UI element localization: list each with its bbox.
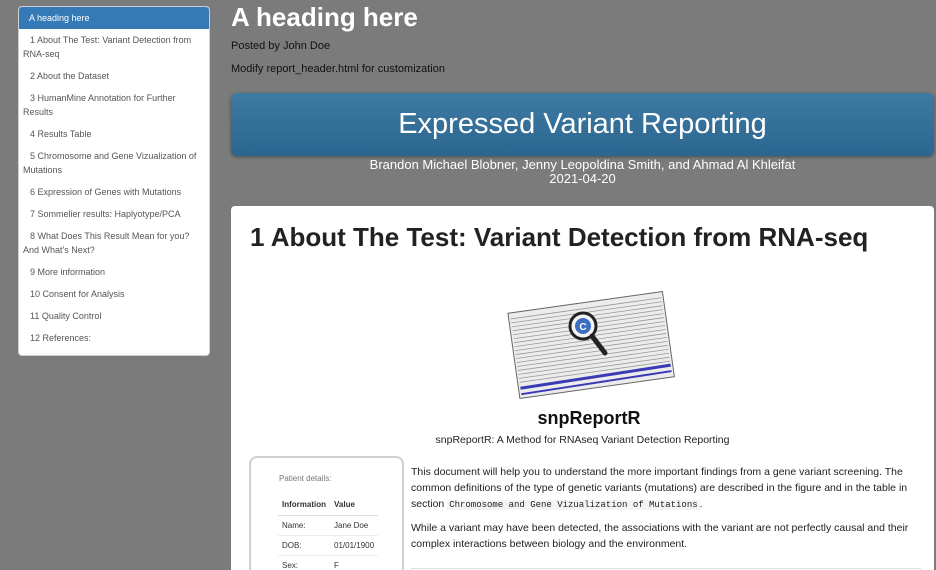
- toc-item-10[interactable]: 10 Consent for Analysis: [19, 283, 209, 305]
- toc-item-11[interactable]: 11 Quality Control: [19, 305, 209, 327]
- toc-item-label: 9 More information: [30, 267, 106, 277]
- authors: Brandon Michael Blobner, Jenny Leopoldin…: [369, 157, 796, 172]
- page-heading: A heading here: [231, 2, 418, 32]
- toc-item-2[interactable]: 2 About the Dataset: [19, 65, 209, 87]
- cell-label: DOB:: [278, 535, 330, 556]
- logo-badge: C: [579, 322, 586, 333]
- toc-item-label: 7 Sommelier results: Haplyotype/PCA: [30, 209, 181, 219]
- section-reference[interactable]: Chromosome and Gene Vizualization of Mut…: [447, 500, 700, 510]
- intro-text: This document will help you to understan…: [411, 464, 921, 559]
- toc-item-label: 8 What Does This Result Mean for you? An…: [23, 231, 190, 255]
- table-row: Name: Jane Doe: [278, 515, 379, 536]
- cell-value: 01/01/1900: [330, 535, 379, 556]
- toc-item-1[interactable]: 1 About The Test: Variant Detection from…: [19, 29, 209, 65]
- toc-item-12[interactable]: 12 References:: [19, 327, 209, 349]
- patient-table: Information Value Name: Jane Doe DOB: 01…: [278, 498, 379, 570]
- snpreportr-logo: C snpReportR: [501, 274, 681, 434]
- table-of-contents: A heading here 1 About The Test: Variant…: [18, 6, 210, 356]
- table-row: Sex: F: [278, 555, 379, 570]
- modify-note: Modify report_header.html for customizat…: [231, 63, 445, 75]
- divider: [411, 568, 921, 569]
- report-date: 2021-04-20: [549, 171, 616, 186]
- toc-item-8[interactable]: 8 What Does This Result Mean for you? An…: [19, 225, 209, 261]
- toc-item-label: 4 Results Table: [30, 129, 92, 139]
- paragraph: While a variant may have been detected, …: [411, 522, 909, 550]
- paragraph-text: .: [699, 498, 703, 510]
- banner-title: Expressed Variant Reporting: [398, 108, 767, 140]
- toc-item-label: 11 Quality Control: [30, 311, 102, 321]
- column-header: Information: [278, 498, 330, 516]
- content-panel: 1 About The Test: Variant Detection from…: [231, 206, 934, 570]
- posted-by: Posted by John Doe: [231, 40, 331, 52]
- toc-item-9[interactable]: 9 More information: [19, 261, 209, 283]
- cell-label: Name:: [278, 515, 330, 536]
- cell-label: Sex:: [278, 555, 330, 570]
- toc-item-label: 6 Expression of Genes with Mutations: [30, 187, 182, 197]
- section-title: 1 About The Test: Variant Detection from…: [250, 222, 869, 252]
- column-header: Value: [330, 498, 379, 516]
- toc-item-3[interactable]: 3 HumanMine Annotation for Further Resul…: [19, 87, 209, 123]
- toc-item-5[interactable]: 5 Chromosome and Gene Vizualization of M…: [19, 145, 209, 181]
- paragraph: This document will help you to understan…: [411, 464, 921, 513]
- toc-item-6[interactable]: 6 Expression of Genes with Mutations: [19, 181, 209, 203]
- toc-item-label: 12 References:: [30, 333, 92, 343]
- toc-item-4[interactable]: 4 Results Table: [19, 123, 209, 145]
- logo-text: snpReportR: [538, 408, 641, 428]
- logo-graphic: C snpReportR: [507, 290, 675, 428]
- toc-item-heading[interactable]: A heading here: [19, 7, 209, 29]
- toc-item-label: 5 Chromosome and Gene Vizualization of M…: [23, 151, 197, 175]
- toc-item-label: 3 HumanMine Annotation for Further Resul…: [23, 93, 176, 117]
- patient-details-title: Patient details:: [279, 474, 332, 483]
- cell-value: F: [330, 555, 379, 570]
- patient-details-card: Patient details: Information Value Name:…: [249, 456, 404, 570]
- toc-item-label: 1 About The Test: Variant Detection from…: [23, 35, 192, 59]
- toc-item-7[interactable]: 7 Sommelier results: Haplyotype/PCA: [19, 203, 209, 225]
- toc-item-label: 10 Consent for Analysis: [30, 289, 125, 299]
- report-banner: Expressed Variant Reporting: [231, 93, 934, 156]
- table-row: DOB: 01/01/1900: [278, 535, 379, 556]
- toc-item-label: 2 About the Dataset: [30, 71, 110, 81]
- figure-caption: snpReportR: A Method for RNAseq Variant …: [435, 434, 730, 446]
- cell-value: Jane Doe: [330, 515, 379, 536]
